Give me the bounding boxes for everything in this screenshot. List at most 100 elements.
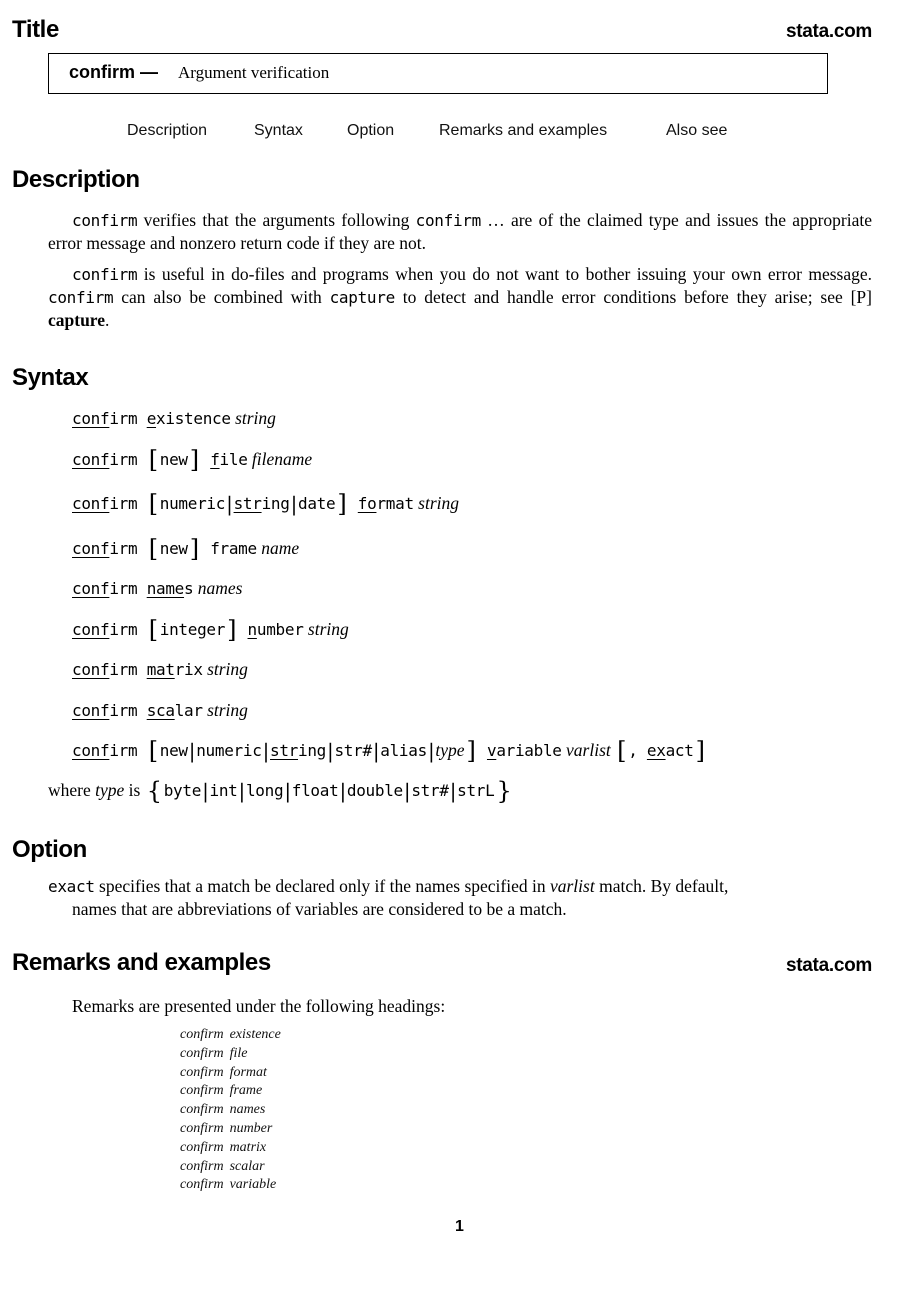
separator: | (202, 779, 209, 803)
bracket: ] (189, 446, 199, 474)
option-rest: act (665, 741, 694, 760)
cmd-abbrev: conf (72, 450, 110, 469)
separator: | (339, 779, 346, 803)
arg: string (418, 493, 460, 513)
type-option: str# (411, 781, 449, 800)
opt-abbrev: str (270, 741, 299, 760)
description-paragraph-1: confirm verifies that the arguments foll… (48, 209, 872, 255)
toc-cmd: confirm (180, 1027, 224, 1042)
toc-cmd: confirm (180, 1083, 224, 1099)
varlist-word: varlist (549, 876, 595, 896)
toc-item-file[interactable]: confirm file (180, 1045, 281, 1064)
syntax-line-scalar: confirm scalar string (72, 698, 248, 723)
type-option: float (291, 781, 339, 800)
opt: new (159, 741, 188, 760)
code-confirm: confirm (72, 265, 138, 284)
option-name: exact (48, 877, 95, 896)
toc-item-format[interactable]: confirm format (180, 1064, 281, 1083)
sub-abbrev: name (146, 579, 185, 598)
toc-item-number[interactable]: confirm number (180, 1120, 281, 1139)
section-title-heading: Title (12, 16, 59, 43)
code-confirm: confirm (415, 211, 482, 230)
toc-sub: names (229, 1102, 266, 1118)
syntax-line-number: confirm [integer] number string (72, 617, 349, 642)
sub-rest: ile (219, 450, 248, 469)
separator: | (372, 739, 380, 763)
toc-item-frame[interactable]: confirm frame (180, 1082, 281, 1101)
toc-item-existence[interactable]: confirm existence (180, 1026, 281, 1045)
syntax-heading: Syntax (12, 364, 89, 391)
sub-abbrev: fo (357, 494, 377, 513)
title-dash: — (140, 62, 159, 82)
toc-cmd: confirm (180, 1120, 224, 1136)
code-capture: capture (329, 288, 396, 307)
toc-item-matrix[interactable]: confirm matrix (180, 1139, 281, 1158)
arg: string (207, 659, 248, 679)
cmd-abbrev: conf (72, 579, 110, 598)
sub: frame (210, 539, 257, 558)
bracket: [ (617, 737, 627, 765)
syntax-line-names: confirm names names (72, 576, 242, 601)
arg: filename (251, 449, 313, 469)
comma: , (628, 741, 638, 760)
syntax-line-matrix: confirm matrix string (72, 657, 248, 682)
sub-rest: rix (174, 660, 203, 679)
cmd-abbrev: conf (72, 660, 110, 679)
toc-item-variable[interactable]: confirm variable (180, 1176, 281, 1195)
bracket: [ (148, 737, 158, 765)
cmd-abbrev: conf (72, 741, 110, 760)
toc-cmd: confirm (180, 1102, 224, 1118)
stata-com-link[interactable]: stata.com (786, 21, 872, 43)
toc-cmd: confirm (180, 1177, 224, 1193)
nav-link-description[interactable]: Description (127, 122, 207, 140)
opt: date (298, 494, 336, 513)
syntax-line-existence: confirm existence string (72, 406, 276, 431)
command-description: Argument verification (178, 63, 330, 82)
toc-sub: scalar (229, 1158, 265, 1174)
arg: string (307, 619, 349, 639)
bracket: ] (466, 737, 476, 765)
cmd-rest: irm (109, 494, 138, 513)
stata-com-link-remarks[interactable]: stata.com (786, 955, 872, 977)
sub-abbrev: n (247, 620, 258, 639)
sub-abbrev: mat (146, 660, 175, 679)
opt: new (159, 450, 188, 469)
cmd-abbrev: conf (72, 539, 110, 558)
opt: numeric (196, 741, 262, 760)
description-paragraph-2: confirm is useful in do-files and progra… (48, 263, 872, 332)
command-label: confirm (69, 62, 136, 82)
text: to detect and handle error conditions be… (394, 287, 851, 307)
opt-type: type (435, 740, 465, 760)
entry-ref: capture (48, 310, 106, 330)
nav-link-remarks[interactable]: Remarks and examples (439, 122, 607, 140)
toc-sub: matrix (229, 1139, 267, 1155)
remarks-intro: Remarks are presented under the followin… (72, 996, 446, 1016)
toc-sub: format (229, 1064, 267, 1080)
title-box: confirm — Argument verification (48, 53, 828, 94)
separator: | (449, 779, 457, 803)
toc-cmd: confirm (180, 1158, 224, 1174)
arg: varlist (566, 740, 611, 760)
code-confirm: confirm (72, 211, 138, 230)
syntax-where-type: where type is {byte|int|long|float|doubl… (48, 778, 513, 803)
cmd-rest: irm (109, 701, 138, 720)
option-heading: Option (12, 836, 87, 863)
opt: str# (334, 741, 372, 760)
nav-link-option[interactable]: Option (347, 122, 394, 140)
nav-link-also-see[interactable]: Also see (666, 122, 727, 140)
cmd-abbrev: conf (72, 409, 110, 428)
separator: | (262, 739, 270, 763)
option-exact-description-cont: names that are abbreviations of variable… (72, 899, 567, 919)
arg: names (197, 578, 243, 598)
opt: integer (159, 620, 226, 639)
option-abbrev: ex (646, 741, 666, 760)
toc-item-scalar[interactable]: confirm scalar (180, 1158, 281, 1177)
opt: numeric (159, 494, 226, 513)
cmd-rest: irm (109, 539, 138, 558)
cmd-rest: irm (109, 660, 138, 679)
nav-link-syntax[interactable]: Syntax (254, 122, 303, 140)
option-exact-description: exact specifies that a match be declared… (48, 875, 872, 898)
text: is useful in do-files and programs when … (137, 264, 872, 284)
toc-item-names[interactable]: confirm names (180, 1101, 281, 1120)
type-option: long (245, 781, 284, 800)
